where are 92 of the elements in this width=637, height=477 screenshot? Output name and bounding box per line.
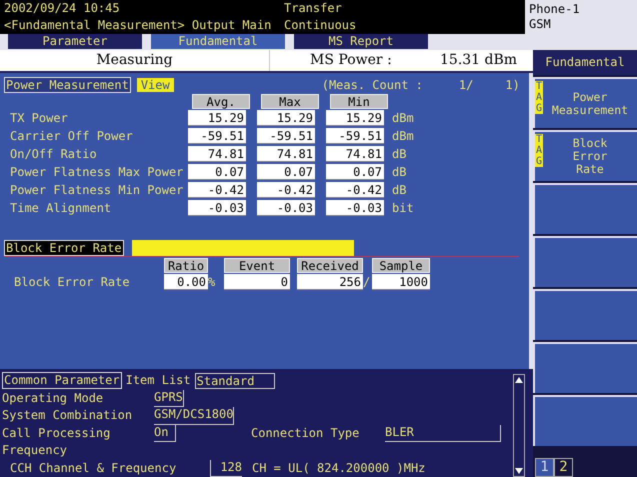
column-header: Sample <box>372 258 430 273</box>
slash-sign: / <box>363 274 372 291</box>
row-label: Carrier Off Power <box>9 128 134 145</box>
column-header: Ratio <box>164 258 208 273</box>
section-title: Power Measurement <box>4 77 131 93</box>
column-header: Avg. <box>192 94 250 109</box>
scrollbar[interactable] <box>513 374 525 477</box>
channel-field[interactable]: 128 <box>210 460 242 477</box>
row-label: TX Power <box>9 110 69 127</box>
row-label: On/Off Ratio <box>9 146 98 163</box>
value-cell: 0.00 <box>164 274 208 290</box>
unit-label: dB <box>392 164 406 181</box>
function-key[interactable] <box>533 289 637 340</box>
value-cell: -0.03 <box>326 200 384 216</box>
value-cell: -0.42 <box>188 182 246 198</box>
meas-count-label: (Meas. Count : <box>322 77 423 94</box>
system-field[interactable]: GSM/DCS1800 <box>154 407 234 424</box>
row-label: Block Error Rate <box>13 274 131 291</box>
field-label: Connection Type <box>251 424 360 442</box>
value-cell: -59.51 <box>326 128 384 144</box>
value-cell: -0.03 <box>188 200 246 216</box>
column-header: Max <box>261 94 319 109</box>
frequency-value: CH = UL( 824.200000 )MHz <box>252 460 426 476</box>
function-key[interactable] <box>533 183 637 234</box>
value-cell: 15.29 <box>326 110 384 126</box>
function-key[interactable] <box>533 342 637 393</box>
value-cell: 74.81 <box>188 146 246 162</box>
page-tab[interactable]: 2 <box>554 458 573 477</box>
row-label: Time Alignment <box>9 200 112 217</box>
call-processing-field[interactable]: On <box>154 424 176 442</box>
tab[interactable]: MS Report <box>294 34 428 49</box>
row-label: Power Flatness Min Power <box>9 182 184 199</box>
ms-power-label: MS Power : <box>310 51 393 70</box>
function-key[interactable] <box>533 236 637 287</box>
field-label: Call Processing <box>2 424 112 442</box>
value-cell: -0.03 <box>257 200 315 216</box>
value-cell: 0.07 <box>257 164 315 180</box>
field-label: Operating Mode <box>2 390 104 407</box>
field-label: System Combination <box>2 407 134 424</box>
system-label: GSM <box>529 17 552 32</box>
item-list-field[interactable]: Standard <box>194 372 275 389</box>
meas-count-total: 1) <box>505 77 520 94</box>
meas-count-current: 1/ <box>458 77 474 94</box>
value-cell: 0.07 <box>326 164 384 180</box>
unit-label: dBm <box>392 110 414 127</box>
status-text: Measuring <box>0 50 270 71</box>
date-time: 2002/09/24 10:45 <box>4 0 121 17</box>
scroll-down-icon[interactable] <box>514 466 524 476</box>
view-button[interactable]: View <box>136 78 174 92</box>
value-cell: -0.42 <box>326 182 384 198</box>
item-list-label: Item List <box>126 372 191 389</box>
ms-power-value: 15.31 dBm <box>440 51 518 70</box>
screen-title: <Fundamental Measurement> Output Main <box>4 17 272 34</box>
tab[interactable]: Parameter <box>8 34 142 49</box>
value-cell: 74.81 <box>326 146 384 162</box>
value-cell: -59.51 <box>188 128 246 144</box>
row-label: Power Flatness Max Power <box>9 164 184 181</box>
percent-sign: % <box>208 274 216 291</box>
section-title: Common Parameter <box>2 372 122 390</box>
connection-type-field[interactable]: BLER <box>385 424 501 442</box>
value-cell: 0 <box>224 274 290 290</box>
page-tab[interactable]: 1 <box>535 458 554 477</box>
value-cell: 256 <box>297 274 363 290</box>
unit-label: dBm <box>392 128 414 145</box>
tab[interactable]: Fundamental <box>151 34 285 49</box>
value-cell: -59.51 <box>257 128 315 144</box>
column-header: Received <box>297 258 363 273</box>
field-label: CCH Channel & Frequency <box>9 460 178 476</box>
value-cell: 1000 <box>372 274 430 290</box>
unit-label: dB <box>392 146 406 163</box>
function-key[interactable]: TAG Power Measurement <box>533 77 637 128</box>
unit-label: bit <box>392 200 414 217</box>
column-header: Event <box>224 258 290 273</box>
phone-label: Phone-1 <box>529 2 581 17</box>
function-key[interactable] <box>533 395 637 446</box>
value-cell: 74.81 <box>257 146 315 162</box>
value-cell: 0.07 <box>188 164 246 180</box>
column-header: Min <box>330 94 388 109</box>
field-label: Frequency <box>2 442 68 459</box>
unit-label: dB <box>392 182 406 199</box>
function-key[interactable]: TAG Block Error Rate <box>533 130 637 181</box>
value-cell: 15.29 <box>188 110 246 126</box>
mode-field[interactable]: GPRS <box>154 390 184 407</box>
value-cell: -0.42 <box>257 182 315 198</box>
function-title: Fundamental <box>533 50 637 75</box>
tag-marker: TAG <box>535 81 543 114</box>
tag-marker: TAG <box>535 134 543 167</box>
mode-label: Continuous <box>284 17 358 34</box>
transfer-label: Transfer <box>284 0 343 17</box>
scroll-up-icon[interactable] <box>514 375 524 385</box>
section-title: Block Error Rate <box>4 240 124 256</box>
value-cell: 15.29 <box>257 110 315 126</box>
